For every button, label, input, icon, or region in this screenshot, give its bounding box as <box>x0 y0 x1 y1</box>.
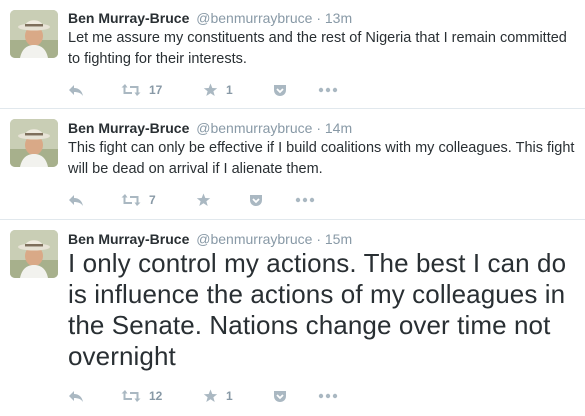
author-name[interactable]: Ben Murray-Bruce <box>68 10 189 26</box>
save-to-pocket-icon <box>249 194 263 207</box>
more-icon <box>318 87 338 93</box>
tweet[interactable]: Ben Murray-Bruce @benmurraybruce · 13m L… <box>0 0 585 108</box>
timestamp[interactable]: 14m <box>325 120 352 136</box>
retweet-count: 7 <box>149 193 156 207</box>
more-icon <box>295 197 315 203</box>
timestamp[interactable]: 15m <box>325 231 352 247</box>
avatar[interactable] <box>10 119 58 167</box>
separator: · <box>316 231 321 247</box>
more-button[interactable] <box>295 190 315 210</box>
star-icon <box>196 193 211 207</box>
star-icon <box>203 83 218 97</box>
favorite-button[interactable]: 1 <box>203 80 233 100</box>
favorite-count: 1 <box>226 389 233 403</box>
reply-button[interactable] <box>68 190 84 210</box>
avatar[interactable] <box>10 230 58 278</box>
more-button[interactable] <box>318 80 338 100</box>
tweet-actions: 17 1 <box>68 80 368 100</box>
reply-icon <box>68 193 84 207</box>
favorite-count: 1 <box>226 83 233 97</box>
author-handle[interactable]: @benmurraybruce <box>196 10 312 26</box>
favorite-button[interactable] <box>196 190 219 210</box>
pocket-button[interactable] <box>273 386 287 406</box>
tweet[interactable]: Ben Murray-Bruce @benmurraybruce · 14m T… <box>0 109 585 219</box>
author-name[interactable]: Ben Murray-Bruce <box>68 231 189 247</box>
author-handle[interactable]: @benmurraybruce <box>196 120 312 136</box>
star-icon <box>203 389 218 403</box>
retweet-button[interactable]: 12 <box>121 386 162 406</box>
retweet-count: 17 <box>149 83 163 97</box>
separator: · <box>316 120 321 136</box>
retweet-icon <box>121 389 141 403</box>
tweet-actions: 7 <box>68 190 368 210</box>
reply-button[interactable] <box>68 386 84 406</box>
retweet-icon <box>121 83 141 97</box>
reply-icon <box>68 83 84 97</box>
separator: · <box>316 10 321 26</box>
pocket-button[interactable] <box>273 80 287 100</box>
favorite-button[interactable]: 1 <box>203 386 233 406</box>
pocket-button[interactable] <box>249 190 263 210</box>
timestamp[interactable]: 13m <box>325 10 352 26</box>
tweet[interactable]: Ben Murray-Bruce @benmurraybruce · 15m I… <box>0 220 585 416</box>
retweet-icon <box>121 193 141 207</box>
reply-button[interactable] <box>68 80 84 100</box>
tweet-actions: 12 1 <box>68 386 368 406</box>
retweet-button[interactable]: 7 <box>121 190 156 210</box>
retweet-count: 12 <box>149 389 163 403</box>
tweet-text: I only control my actions. The best I ca… <box>68 248 567 371</box>
retweet-button[interactable]: 17 <box>121 80 162 100</box>
avatar[interactable] <box>10 10 58 58</box>
save-to-pocket-icon <box>273 390 287 403</box>
more-button[interactable] <box>318 386 338 406</box>
reply-icon <box>68 389 84 403</box>
tweet-text: This fight can only be effective if I bu… <box>68 140 575 177</box>
more-icon <box>318 393 338 399</box>
save-to-pocket-icon <box>273 84 287 97</box>
tweet-text: Let me assure my constituents and the re… <box>68 30 567 67</box>
author-handle[interactable]: @benmurraybruce <box>196 231 312 247</box>
author-name[interactable]: Ben Murray-Bruce <box>68 120 189 136</box>
